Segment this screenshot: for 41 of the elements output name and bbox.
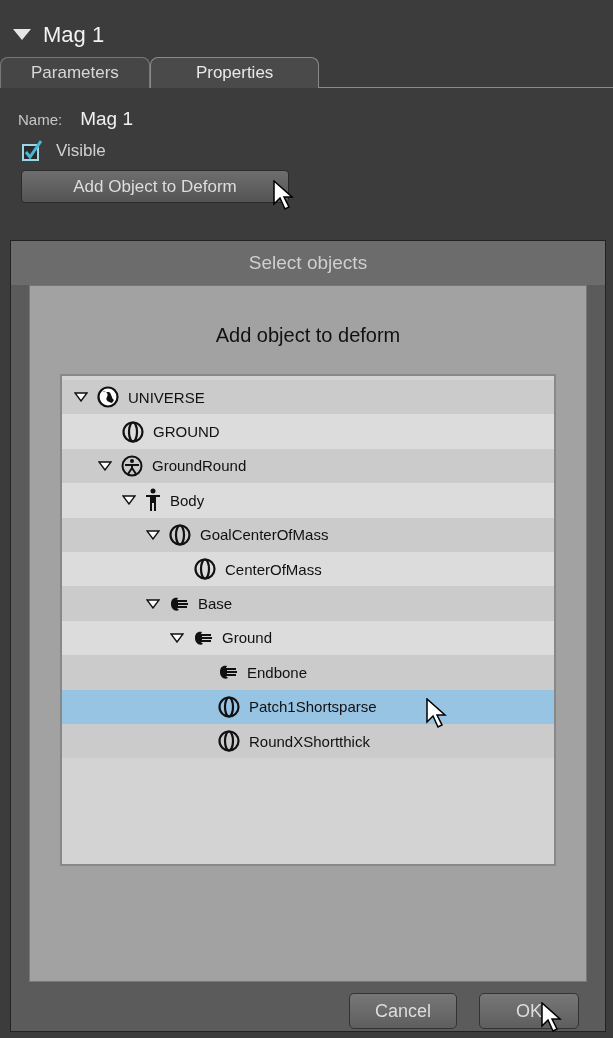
tree-item[interactable]: UNIVERSE — [62, 380, 554, 415]
visible-label: Visible — [56, 141, 106, 161]
tree-item[interactable]: GROUND — [62, 414, 554, 449]
ring-icon — [218, 695, 240, 718]
cancel-button[interactable]: Cancel — [349, 993, 457, 1029]
globe-icon — [97, 386, 119, 409]
tree-item[interactable]: Patch1Shortsparse — [62, 689, 554, 724]
dialog-heading: Add object to deform — [215, 324, 401, 347]
panel-title: Mag 1 — [43, 22, 105, 48]
expand-triangle-icon[interactable] — [146, 598, 160, 609]
collapse-triangle-icon[interactable] — [13, 29, 31, 41]
expand-triangle-icon[interactable] — [170, 632, 184, 643]
tree-item[interactable]: Base — [62, 586, 554, 621]
tree-item[interactable]: Endbone — [62, 655, 554, 690]
tree-item[interactable]: Ground — [62, 620, 554, 656]
expand-triangle-icon[interactable] — [74, 392, 88, 403]
expand-triangle-icon[interactable] — [98, 460, 112, 471]
cursor-icon — [273, 180, 295, 212]
tree-item[interactable]: CenterOfMass — [62, 551, 554, 587]
tab[interactable]: Parameters — [0, 57, 150, 88]
ring-icon — [122, 420, 144, 443]
hand-icon — [218, 663, 238, 682]
dialog-title: Select objects — [11, 241, 605, 285]
figure-circle-icon — [121, 454, 143, 477]
ring-icon — [218, 730, 240, 753]
cursor-icon — [541, 1002, 563, 1034]
ring-icon — [194, 558, 216, 581]
expand-triangle-icon[interactable] — [122, 495, 136, 506]
add-object-button[interactable]: Add Object to Deform — [21, 170, 289, 203]
tree-item[interactable]: GoalCenterOfMass — [62, 517, 554, 552]
ring-icon — [169, 523, 191, 546]
tree-item[interactable]: GroundRound — [62, 448, 554, 484]
name-value[interactable]: Mag 1 — [80, 108, 133, 130]
cursor-icon — [426, 698, 448, 730]
checkbox[interactable] — [22, 140, 44, 162]
expand-triangle-icon[interactable] — [146, 529, 160, 540]
name-label: Name: — [18, 111, 63, 128]
tree-item[interactable]: RoundXShortthick — [62, 723, 554, 759]
tab[interactable]: Properties — [149, 57, 320, 88]
figure-icon — [145, 488, 161, 513]
tree-item[interactable]: Body — [62, 483, 554, 518]
